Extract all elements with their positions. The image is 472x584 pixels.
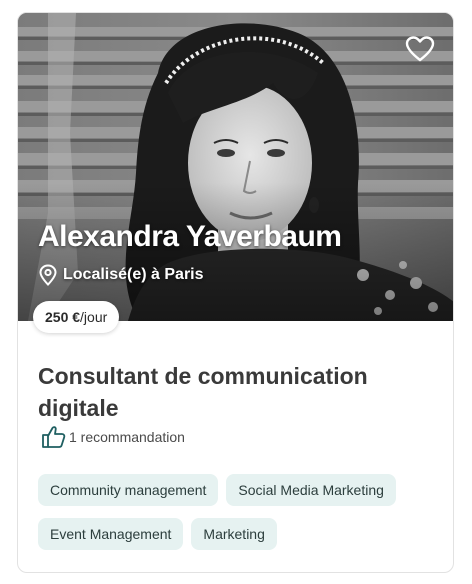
rate-unit: /jour [80,309,108,325]
skill-tag[interactable]: Marketing [191,518,277,550]
freelancer-card[interactable]: Alexandra Yaverbaum Localisé(e) à Paris … [17,12,454,573]
skill-tag[interactable]: Event Management [38,518,184,550]
recommendation-row: 1 recommandation [40,425,185,449]
skill-tag[interactable]: Community management [38,474,219,506]
skill-tags: Community management Social Media Market… [38,474,438,550]
thumbs-up-icon [40,425,66,449]
location-text: Localisé(e) à Paris [63,266,204,283]
skill-tag[interactable]: Social Media Marketing [226,474,396,506]
location-row: Localisé(e) à Paris [38,264,204,286]
recommendation-count: 1 recommandation [69,429,185,445]
rate-amount: 250 € [45,309,81,325]
job-title: Consultant de communication digitale [38,363,368,421]
freelancer-name: Alexandra Yaverbaum [38,220,342,253]
map-pin-icon [38,264,58,286]
profile-photo: Alexandra Yaverbaum Localisé(e) à Paris [18,13,453,321]
daily-rate-badge: 250 €/jour [33,301,120,333]
favorite-heart-icon[interactable] [405,35,435,63]
